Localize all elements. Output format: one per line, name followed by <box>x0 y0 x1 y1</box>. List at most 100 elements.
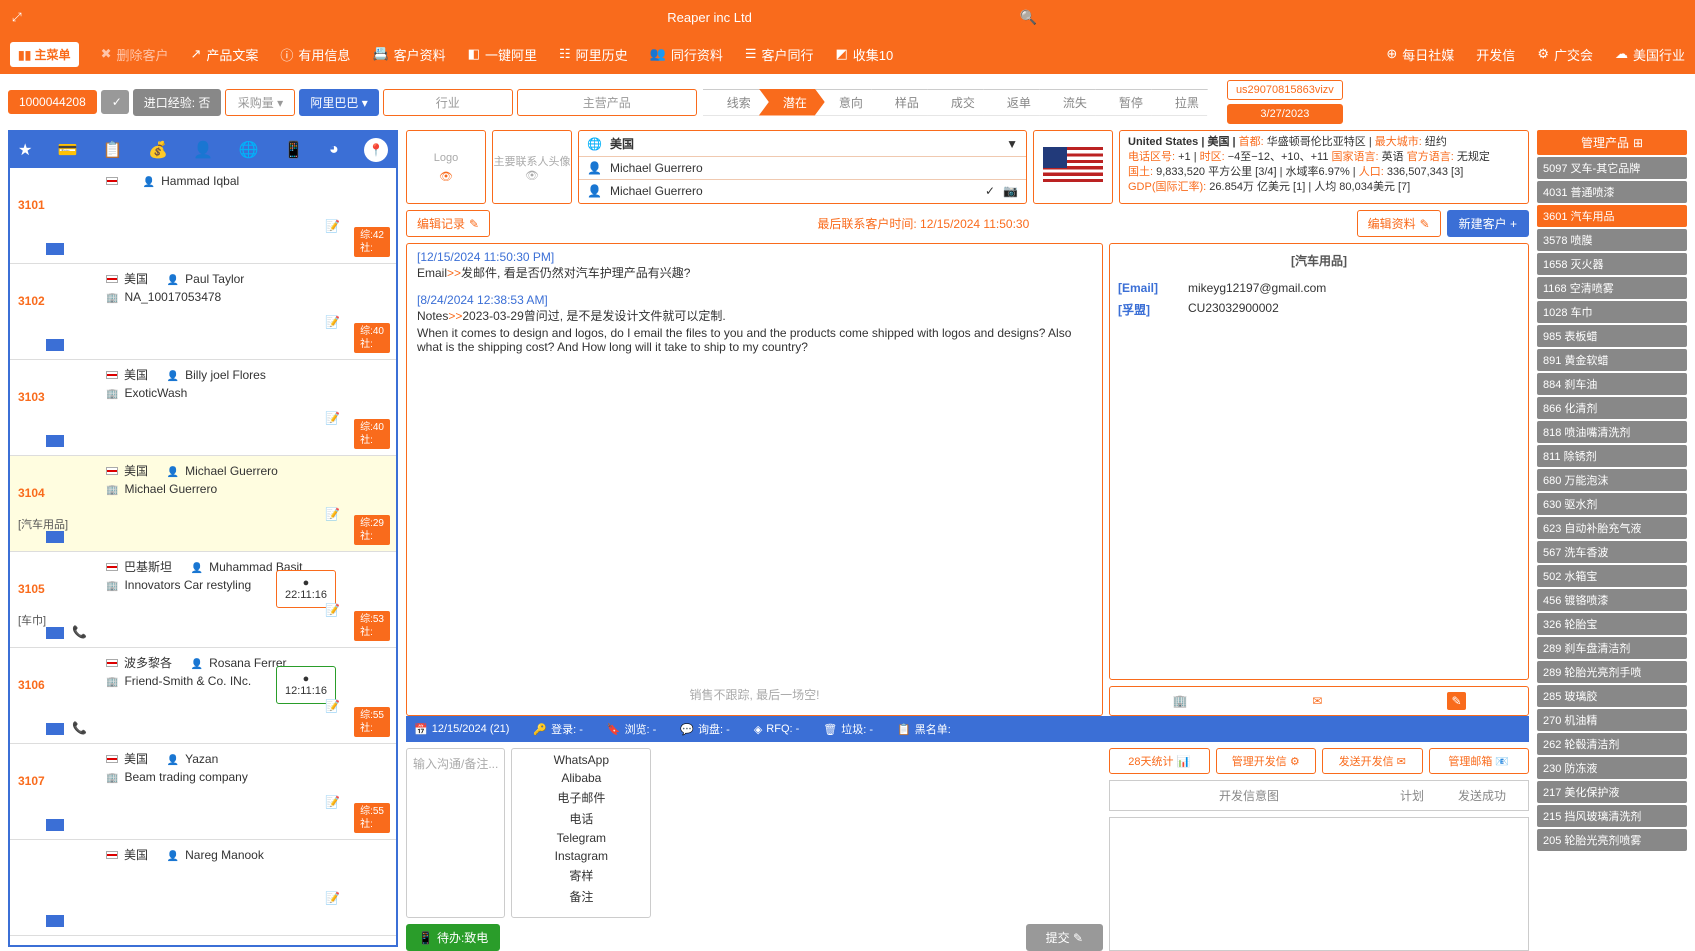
clipboard-icon[interactable]: 📋 <box>103 140 123 160</box>
product-item[interactable]: 1168 空清喷雾 <box>1537 277 1687 299</box>
globe-icon[interactable]: 🌐 <box>239 140 259 160</box>
pipeline-stage[interactable]: 线索 <box>703 89 769 116</box>
note-icon[interactable]: 📝 <box>325 699 340 713</box>
star-icon[interactable]: ★ <box>18 140 32 160</box>
filter-experience[interactable]: 进口经验: 否 <box>133 89 222 116</box>
product-item[interactable]: 3601 汽车用品 <box>1537 205 1687 227</box>
product-item[interactable]: 567 洗车香波 <box>1537 541 1687 563</box>
mail-icon[interactable] <box>46 339 64 351</box>
filter-mainproduct[interactable]: 主营产品 <box>517 89 697 116</box>
product-item[interactable]: 502 水箱宝 <box>1537 565 1687 587</box>
card-icon[interactable]: 💳 <box>58 140 78 160</box>
product-item[interactable]: 289 刹车盘清洁剂 <box>1537 637 1687 659</box>
strip-spam[interactable]: 🗑 垃圾: - <box>823 721 873 737</box>
note-icon[interactable]: 📝 <box>325 603 340 617</box>
eye-icon[interactable]: 👁 <box>439 170 453 183</box>
note-icon[interactable]: 📝 <box>325 795 340 809</box>
menu-canton[interactable]: ⚙ 广交会 <box>1537 45 1593 64</box>
menu-us-industry[interactable]: ☁ 美国行业 <box>1615 45 1685 64</box>
mail-icon[interactable] <box>46 243 64 255</box>
search-icon[interactable]: 🔍 <box>1020 9 1037 26</box>
check-icon[interactable]: ✓ <box>985 184 995 198</box>
customer-entry[interactable]: 3103 美国 Billy joel Flores ExoticWash📝综:4… <box>10 360 396 456</box>
customer-entry[interactable]: 3101 Hammad Iqbal📝综:42社: <box>10 168 396 264</box>
channel-option[interactable]: WhatsApp <box>516 753 646 767</box>
product-item[interactable]: 326 轮胎宝 <box>1537 613 1687 635</box>
compose-input[interactable]: 输入沟通/备注... <box>406 748 505 918</box>
strip-login[interactable]: 🔑 登录: - <box>533 721 582 737</box>
money-icon[interactable]: 💰 <box>148 140 168 160</box>
product-item[interactable]: 217 美化保护液 <box>1537 781 1687 803</box>
strip-blacklist[interactable]: 📋 黑名单: <box>897 721 951 737</box>
product-item[interactable]: 4031 普通喷漆 <box>1537 181 1687 203</box>
filter-code[interactable]: 1000044208 <box>8 90 97 114</box>
product-item[interactable]: 3578 喷膜 <box>1537 229 1687 251</box>
person-icon[interactable]: 👤 <box>193 140 213 160</box>
note-icon[interactable]: 📝 <box>325 219 340 233</box>
product-item[interactable]: 215 挡风玻璃清洗剂 <box>1537 805 1687 827</box>
product-item[interactable]: 811 除锈剂 <box>1537 445 1687 467</box>
product-header[interactable]: 管理产品 ⊞ <box>1537 130 1687 155</box>
building-icon[interactable]: 🏢 <box>1172 694 1187 708</box>
mail-icon[interactable] <box>46 915 64 927</box>
product-item[interactable]: 985 表板蜡 <box>1537 325 1687 347</box>
menu-profile[interactable]: 📇 客户资料 <box>372 45 445 64</box>
product-item[interactable]: 456 镀铬喷漆 <box>1537 589 1687 611</box>
product-item[interactable]: 285 玻璃胶 <box>1537 685 1687 707</box>
note-icon[interactable]: 📝 <box>325 507 340 521</box>
filter-check[interactable]: ✓ <box>101 90 129 114</box>
product-item[interactable]: 1028 车巾 <box>1537 301 1687 323</box>
product-item[interactable]: 630 驱水剂 <box>1537 493 1687 515</box>
logo-box[interactable]: Logo👁 <box>406 130 486 204</box>
channel-option[interactable]: 电话 <box>516 810 646 827</box>
edit-record-button[interactable]: 编辑记录 ✎ <box>406 210 490 237</box>
channel-option[interactable]: Alibaba <box>516 771 646 785</box>
menu-delete[interactable]: ✖ 删除客户 <box>101 45 169 64</box>
avatar-box[interactable]: 主要联系人头像👁 <box>492 130 572 204</box>
mail-icon[interactable] <box>46 627 64 639</box>
edit-icon[interactable]: ✎ <box>1447 692 1465 710</box>
note-icon[interactable]: 📝 <box>325 315 340 329</box>
btn-manage-mail[interactable]: 管理邮箱 📧 <box>1429 748 1530 774</box>
phone-icon[interactable]: 📞 <box>72 625 87 639</box>
product-item[interactable]: 270 机油精 <box>1537 709 1687 731</box>
channel-option[interactable]: Instagram <box>516 849 646 863</box>
menu-ali[interactable]: ◧ 一键阿里 <box>468 45 537 64</box>
product-item[interactable]: 205 轮胎光亮剂喷雾 <box>1537 829 1687 851</box>
product-item[interactable]: 891 黄金软蜡 <box>1537 349 1687 371</box>
customer-entry[interactable]: 3104 美国 Michael Guerrero Michael Guerrer… <box>10 456 396 552</box>
product-item[interactable]: 289 轮胎光亮剂手喷 <box>1537 661 1687 683</box>
product-item[interactable]: 866 化清剂 <box>1537 397 1687 419</box>
filter-purchase[interactable]: 采购量 ▾ <box>225 89 295 116</box>
strip-date[interactable]: 📅 12/15/2024 (21) <box>414 723 509 736</box>
product-item[interactable]: 1658 灭火器 <box>1537 253 1687 275</box>
channel-option[interactable]: Telegram <box>516 831 646 845</box>
product-item[interactable]: 262 轮毂清洁剂 <box>1537 733 1687 755</box>
strip-browse[interactable]: 🔖 浏览: - <box>607 721 656 737</box>
btn-manage-dev[interactable]: 管理开发信 ⚙ <box>1216 748 1317 774</box>
pie-icon[interactable]: ◕ <box>329 141 339 159</box>
menu-daily[interactable]: ⊕ 每日社媒 <box>1386 45 1454 64</box>
product-item[interactable]: 5097 叉车-其它品牌 <box>1537 157 1687 179</box>
menu-dev-letter[interactable]: 开发信 <box>1476 45 1515 64</box>
menu-info[interactable]: ⓘ 有用信息 <box>280 45 350 64</box>
submit-button[interactable]: 提交 ✎ <box>1026 924 1103 951</box>
new-customer-button[interactable]: 新建客户 + <box>1447 210 1529 237</box>
mail-icon[interactable] <box>46 435 64 447</box>
customer-entry[interactable]: 3106 波多黎各 Rosana Ferrer Friend-Smith & C… <box>10 648 396 744</box>
btn-28days[interactable]: 28天统计 📊 <box>1109 748 1210 774</box>
customer-entry[interactable]: 美国 Nareg Manook📝 <box>10 840 396 936</box>
phone-icon[interactable]: 📞 <box>72 721 87 735</box>
product-item[interactable]: 623 自动补胎充气液 <box>1537 517 1687 539</box>
strip-inquiry[interactable]: 💬 询盘: - <box>680 721 729 737</box>
channel-option[interactable]: 寄样 <box>516 867 646 884</box>
btn-send-dev[interactable]: 发送开发信 ✉ <box>1322 748 1423 774</box>
strip-rfq[interactable]: ◈ RFQ: - <box>754 723 799 736</box>
phone-icon[interactable]: 📱 <box>284 140 304 160</box>
camera-icon[interactable]: 📷 <box>1003 184 1018 198</box>
mail-icon[interactable]: ✉ <box>1312 694 1322 708</box>
location-icon[interactable]: 📍 <box>364 138 388 162</box>
channel-option[interactable]: 备注 <box>516 888 646 905</box>
mail-icon[interactable] <box>46 723 64 735</box>
menu-copy[interactable]: ↗ 产品文案 <box>190 45 258 64</box>
